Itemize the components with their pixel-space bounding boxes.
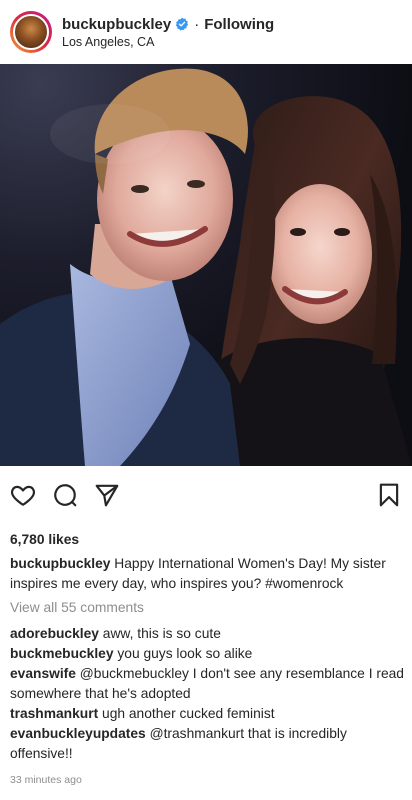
view-all-comments-link[interactable]: View all 55 comments (10, 598, 405, 618)
post-timestamp: 33 minutes ago (10, 774, 82, 786)
username-link[interactable]: buckupbuckley (62, 16, 171, 33)
comment-text: aww, this is so cute (102, 626, 221, 641)
post-header-row: buckupbuckley · Following (62, 16, 274, 33)
comment-icon[interactable] (52, 482, 78, 508)
comment-item: evanbuckleyupdates @trashmankurt that is… (10, 724, 405, 764)
separator-dot: · (194, 15, 200, 33)
following-button[interactable]: Following (204, 16, 274, 33)
comment-username[interactable]: evanbuckleyupdates (10, 726, 146, 741)
caption-username[interactable]: buckupbuckley (10, 556, 110, 571)
post-actions (0, 480, 412, 512)
comment-username[interactable]: buckmebuckley (10, 646, 114, 661)
avatar-image (13, 14, 49, 50)
avatar[interactable] (10, 11, 52, 53)
comment-item: buckmebuckley you guys look so alike (10, 644, 405, 664)
comment-username[interactable]: trashmankurt (10, 706, 98, 721)
send-icon[interactable] (94, 482, 120, 508)
comment-text: you guys look so alike (117, 646, 253, 661)
comment-username[interactable]: adorebuckley (10, 626, 99, 641)
comment-item: adorebuckley aww, this is so cute (10, 624, 405, 644)
caption: buckupbuckley Happy International Women'… (10, 554, 405, 594)
post-header: buckupbuckley · Following Los Angeles, C… (0, 0, 412, 64)
comment-username[interactable]: evanswife (10, 666, 76, 681)
post-header-text: buckupbuckley · Following Los Angeles, C… (62, 16, 274, 49)
post-photo[interactable] (0, 64, 412, 466)
comment-text: ugh another cucked feminist (102, 706, 275, 721)
heart-icon[interactable] (10, 482, 36, 508)
verified-badge-icon (176, 17, 189, 31)
comment-item: trashmankurt ugh another cucked feminist (10, 704, 405, 724)
post-content: 6,780 likes buckupbuckley Happy Internat… (10, 530, 405, 790)
comment-item: evanswife @buckmebuckley I don't see any… (10, 664, 405, 704)
bookmark-icon[interactable] (376, 482, 402, 508)
likes-count[interactable]: 6,780 likes (10, 530, 405, 550)
location-link[interactable]: Los Angeles, CA (62, 35, 274, 49)
